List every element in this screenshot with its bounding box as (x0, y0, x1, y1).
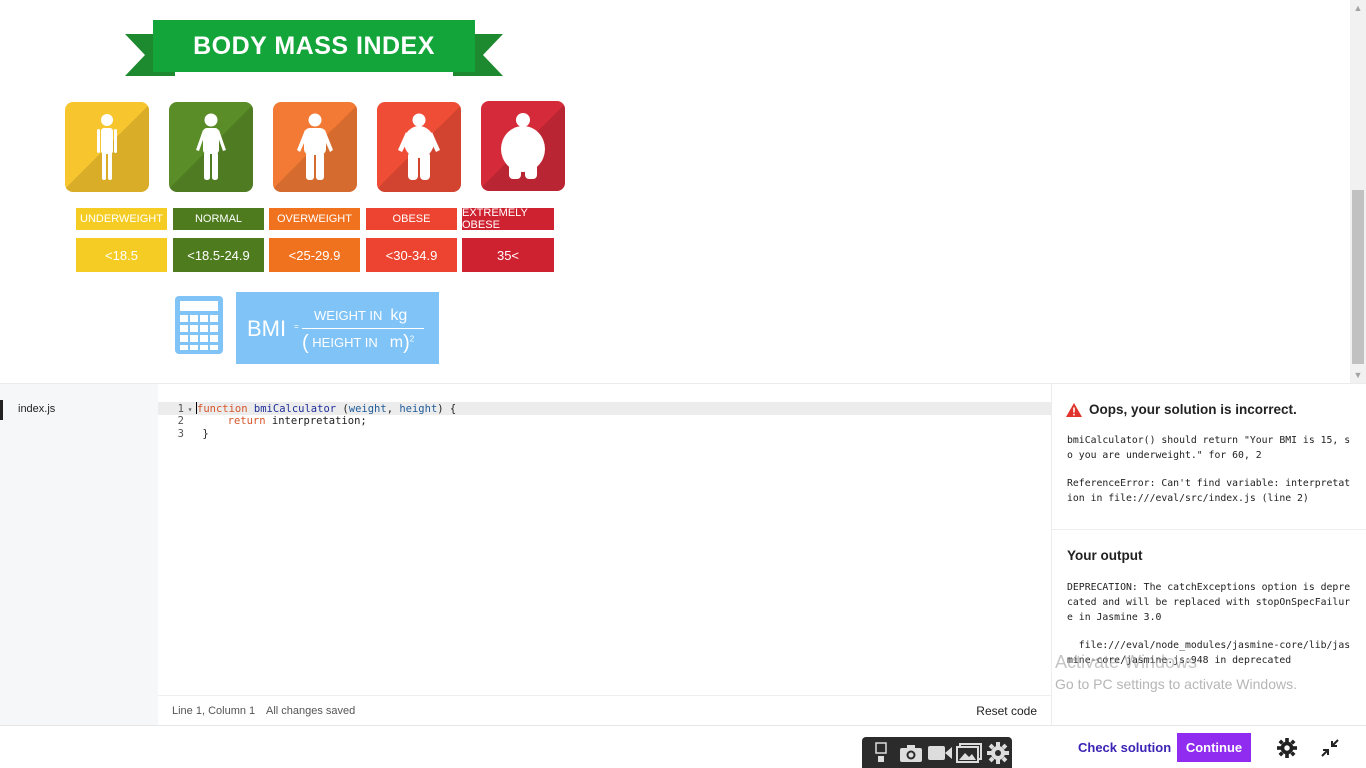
scroll-up-arrow-icon[interactable]: ▲ (1350, 0, 1366, 16)
formula-numerator: WEIGHT IN kg (314, 307, 408, 324)
category-label-overweight: OVERWEIGHT (269, 208, 360, 230)
bottom-action-bar: Check solution Continue (0, 725, 1366, 768)
reference-error: ReferenceError: Can't find variable: int… (1067, 478, 1351, 504)
file-list: index.js (0, 384, 158, 725)
capture-settings-gear-icon[interactable] (983, 742, 1012, 764)
calculator-icon (175, 296, 223, 354)
instruction-scrollbar[interactable]: ▲ ▼ (1350, 0, 1366, 383)
scroll-thumb[interactable] (1352, 190, 1364, 364)
section-divider (1052, 529, 1366, 530)
warning-icon (1066, 402, 1082, 417)
reset-code-button[interactable]: Reset code (976, 704, 1037, 718)
camera-icon[interactable] (897, 743, 926, 763)
category-range-underweight: <18.5 (76, 238, 167, 272)
formula-fraction-bar (302, 328, 424, 329)
obese-tile (377, 102, 461, 192)
scroll-down-arrow-icon[interactable]: ▼ (1350, 367, 1366, 383)
code-line-1[interactable]: 1 ▾ function bmiCalculator (weight, height… (158, 402, 1051, 415)
category-range-overweight: <25-29.9 (269, 238, 360, 272)
editor-status-bar: Line 1, Column 1 All changes saved Reset… (158, 695, 1051, 725)
capture-toolbar (862, 737, 1012, 768)
extremely-obese-tile (481, 101, 565, 191)
banner-ribbon: BODY MASS INDEX (153, 20, 475, 72)
error-message: bmiCalculator() should return "Your BMI … (1067, 435, 1351, 461)
activate-windows-watermark: Activate Windows (1055, 652, 1198, 672)
category-label-obese: OBESE (366, 208, 457, 230)
continue-button[interactable]: Continue (1177, 733, 1251, 762)
category-label-underweight: UNDERWEIGHT (76, 208, 167, 230)
formula-denominator: ( HEIGHT IN m)2 (302, 332, 415, 354)
code-line-2[interactable]: 2 return interpretation; (158, 415, 1051, 428)
obese-person-icon (398, 113, 440, 180)
overweight-person-icon (297, 113, 333, 180)
output-title: Your output (1067, 548, 1143, 563)
category-range-normal: <18.5-24.9 (173, 238, 264, 272)
underweight-tile (65, 102, 149, 192)
extremely-obese-person-icon (501, 113, 545, 179)
settings-gear-icon[interactable] (1277, 738, 1297, 758)
output-text-deprecation: DEPRECATION: The catchExceptions option … (1067, 582, 1351, 623)
pin-icon[interactable] (868, 742, 897, 764)
save-status: All changes saved (266, 705, 356, 717)
check-solution-button[interactable]: Check solution (1078, 740, 1171, 755)
code-line-3[interactable]: 3 } (158, 428, 1051, 441)
formula-equals: = (294, 322, 299, 331)
formula-bmi: BMI (247, 316, 287, 341)
normal-person-icon (196, 113, 226, 180)
bmi-formula: BMI = WEIGHT IN kg ( HEIGHT IN m)2 (236, 292, 439, 364)
file-item-index-js[interactable]: index.js (0, 400, 158, 420)
cursor-position: Line 1, Column 1 (172, 705, 256, 717)
gallery-icon[interactable] (954, 743, 983, 763)
bmi-banner: BODY MASS INDEX (125, 20, 503, 78)
instruction-panel: BODY MASS INDEX UNDERWEIGHT NORMAL OVERW… (0, 0, 1350, 383)
category-label-extremely-obese: EXTREMELY OBESE (462, 207, 554, 231)
error-heading: Oops, your solution is incorrect. (1066, 402, 1297, 417)
video-camera-icon[interactable] (926, 744, 955, 762)
overweight-tile (273, 102, 357, 192)
collapse-icon[interactable] (1320, 738, 1340, 758)
error-title: Oops, your solution is incorrect. (1089, 402, 1297, 417)
category-range-extremely-obese: 35< (462, 238, 554, 272)
result-panel: Oops, your solution is incorrect. bmiCal… (1051, 384, 1366, 725)
thin-person-icon (97, 114, 117, 180)
app-root: BODY MASS INDEX UNDERWEIGHT NORMAL OVERW… (0, 0, 1366, 768)
normal-tile (169, 102, 253, 192)
category-range-obese: <30-34.9 (366, 238, 457, 272)
banner-title: BODY MASS INDEX (193, 31, 435, 60)
code-editor[interactable]: 1 ▾ function bmiCalculator (weight, height… (158, 384, 1051, 695)
activate-windows-subtext: Go to PC settings to activate Windows. (1055, 676, 1297, 692)
category-label-normal: NORMAL (173, 208, 264, 230)
